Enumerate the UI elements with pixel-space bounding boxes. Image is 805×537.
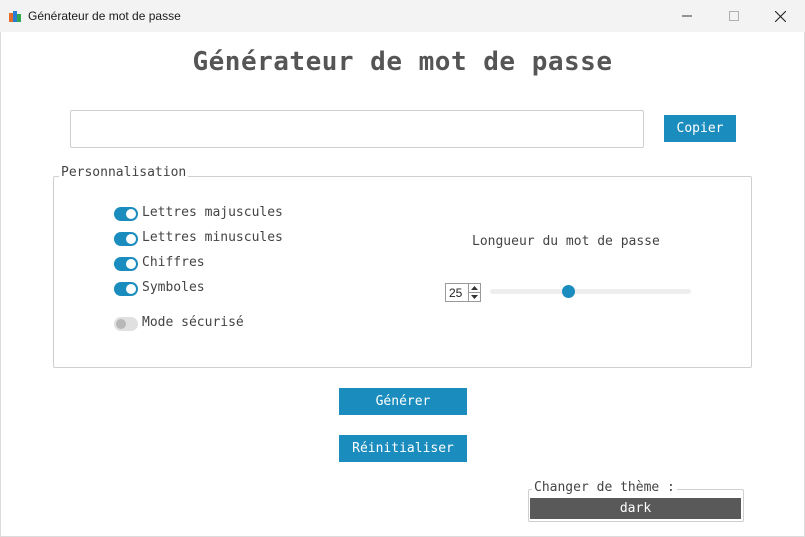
theme-group-title: Changer de thème : [532,480,677,495]
uppercase-toggle[interactable] [114,207,138,221]
chevron-up-icon [471,286,478,290]
length-slider-track[interactable] [490,289,691,294]
secure-mode-label: Mode sécurisé [142,315,244,330]
close-button[interactable] [757,0,803,32]
secure-mode-toggle[interactable] [114,317,138,331]
symbols-label: Symboles [142,280,205,295]
window-titlebar: Générateur de mot de passe [0,0,805,32]
length-value: 25 [449,286,463,300]
spinbox-arrows [468,284,480,301]
reset-button[interactable]: Réinitialiser [339,435,467,462]
spin-down-button[interactable] [469,292,480,301]
minimize-button[interactable] [664,0,710,32]
theme-select[interactable]: dark [530,498,741,519]
digits-toggle[interactable] [114,257,138,271]
length-slider-handle[interactable] [562,285,575,298]
customization-group-title: Personnalisation [59,165,189,180]
symbols-toggle[interactable] [114,282,138,296]
chevron-down-icon [471,295,478,299]
copy-button[interactable]: Copier [664,115,736,142]
maximize-icon [729,11,739,21]
password-output-field[interactable] [70,110,644,148]
spin-up-button[interactable] [469,284,480,292]
minimize-icon [682,15,692,17]
length-spinbox[interactable]: 25 [445,283,481,302]
maximize-button[interactable] [711,0,757,32]
lowercase-toggle[interactable] [114,232,138,246]
window-title: Générateur de mot de passe [28,9,181,23]
page-title: Générateur de mot de passe [192,47,613,77]
digits-label: Chiffres [142,255,205,270]
close-icon [774,10,786,22]
generate-button[interactable]: Générer [339,388,467,415]
uppercase-label: Lettres majuscules [142,205,283,220]
length-label: Longueur du mot de passe [472,234,660,249]
lowercase-label: Lettres minuscules [142,230,283,245]
app-icon [9,11,21,22]
